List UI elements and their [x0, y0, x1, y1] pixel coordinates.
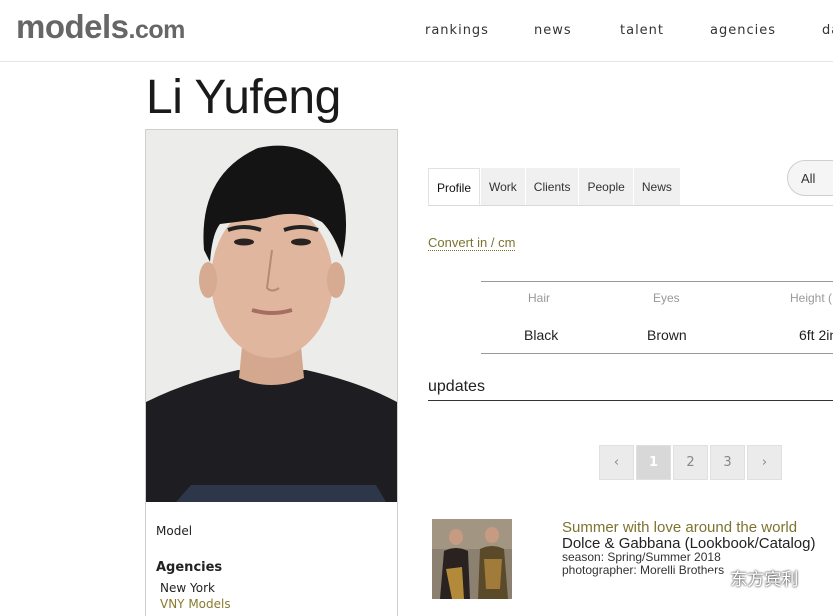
stat-header-hair: Hair [528, 291, 551, 305]
site-header: models.com rankings news talent agencies… [0, 0, 833, 62]
pagination-page-3[interactable]: 3 [710, 445, 745, 480]
nav-rankings[interactable]: rankings [425, 23, 489, 38]
stat-value-height: 6ft 2in [799, 327, 833, 343]
updates-heading: updates [428, 378, 485, 395]
nav-more[interactable]: da [822, 23, 833, 38]
nav-agencies[interactable]: agencies [710, 23, 776, 38]
logo-main: models [16, 8, 129, 45]
update-photographer: photographer: Morelli Brothers [562, 563, 725, 577]
nav-talent[interactable]: talent [620, 23, 664, 38]
pagination-prev-button[interactable]: ‹ [599, 445, 634, 480]
stat-header-height: Height ( [790, 291, 833, 305]
stat-value-eyes: Brown [647, 327, 687, 343]
page-title: Li Yufeng [146, 71, 341, 124]
nav-news[interactable]: news [534, 23, 572, 38]
tab-profile[interactable]: Profile [428, 168, 481, 205]
pagination-next-button[interactable]: › [747, 445, 782, 480]
tab-work[interactable]: Work [480, 168, 525, 205]
tab-people[interactable]: People [578, 168, 633, 205]
pagination-page-1[interactable]: 1 [636, 445, 671, 480]
updates-rule [428, 400, 833, 401]
filter-all-button[interactable]: All [787, 160, 833, 196]
stat-header-eyes: Eyes [653, 291, 680, 305]
model-portrait-image [146, 130, 397, 502]
agencies-heading: Agencies [156, 560, 223, 575]
agency-city: New York [160, 581, 215, 595]
update-season: season: Spring/Summer 2018 [562, 550, 721, 564]
profile-tabs: Profile Work Clients People News [428, 168, 680, 206]
model-photo [146, 130, 397, 502]
stats-top-rule [481, 281, 833, 282]
stat-value-hair: Black [524, 327, 559, 343]
pagination-page-2[interactable]: 2 [673, 445, 708, 480]
agency-link[interactable]: VNY Models [160, 597, 231, 611]
tab-news[interactable]: News [632, 168, 680, 205]
logo-suffix: .com [128, 16, 186, 44]
tabs-divider [428, 205, 833, 206]
wechat-icon [703, 572, 725, 588]
pagination: ‹ 1 2 3 › [599, 445, 782, 480]
wechat-watermark: 东方宾利 [703, 565, 833, 595]
lookbook-thumbnail-image [432, 519, 512, 599]
stats-bottom-rule [481, 353, 833, 354]
update-thumbnail[interactable] [432, 519, 512, 599]
convert-units-link[interactable]: Convert in / cm [428, 235, 516, 251]
watermark-text: 东方宾利 [730, 570, 799, 590]
model-role: Model [156, 524, 193, 538]
tab-clients[interactable]: Clients [524, 168, 579, 205]
site-logo[interactable]: models.com [16, 8, 185, 46]
profile-card: Model Agencies New York VNY Models [145, 129, 398, 616]
update-title-link[interactable]: Summer with love around the world [562, 519, 797, 536]
